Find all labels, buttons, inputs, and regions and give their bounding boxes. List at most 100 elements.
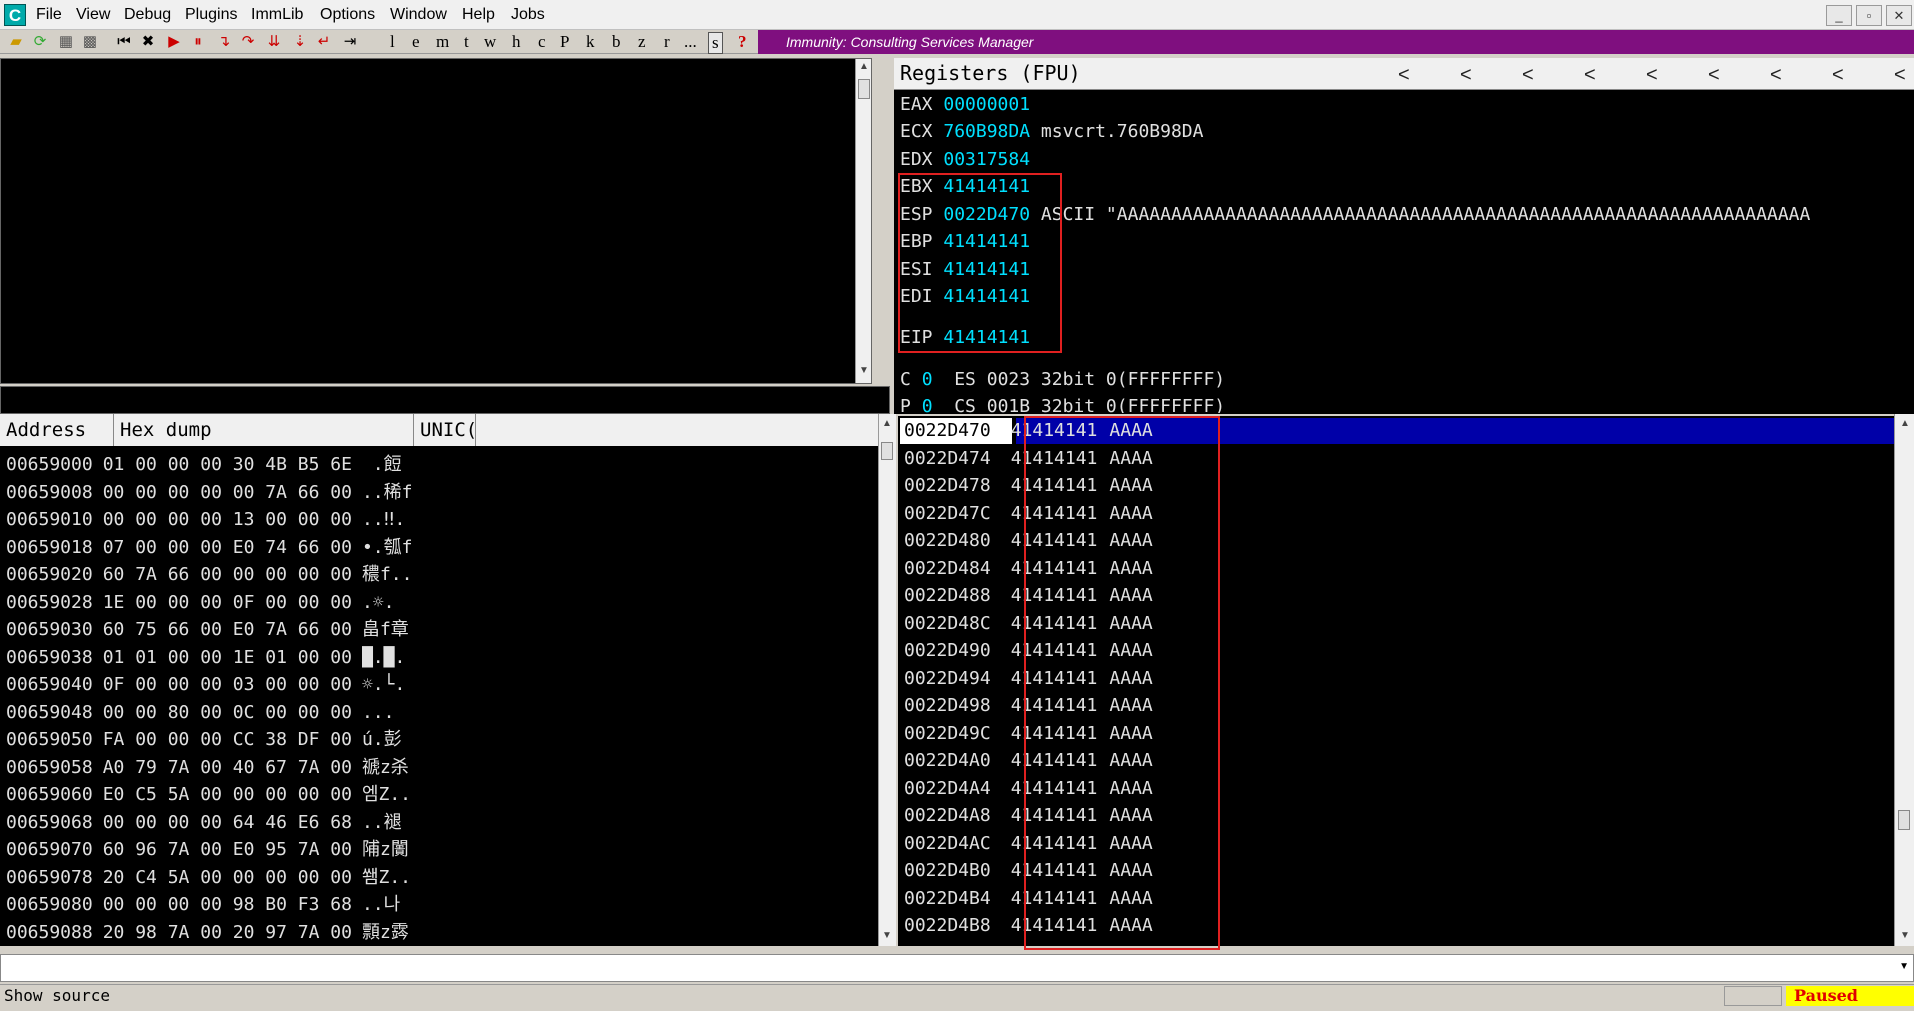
rewind-icon[interactable]: ⏮ (114, 32, 134, 52)
flag-row[interactable]: C 0 ES 0023 32bit 0(FFFFFFFF) (900, 368, 1225, 392)
dump-row[interactable]: 00659060 E0 C5 5A 00 00 00 00 00 엠Z.. (6, 781, 418, 808)
scroll-thumb[interactable] (881, 442, 893, 460)
command-input[interactable]: ▼ (0, 954, 1914, 982)
dump-row[interactable]: 00659018 07 00 00 00 E0 74 66 00 •.瓠f (6, 534, 418, 561)
dump-row[interactable]: 00659050 FA 00 00 00 CC 38 DF 00 ú.彭 (6, 726, 418, 753)
close-debug-icon[interactable]: ✖ (138, 32, 158, 52)
chevron-left-icon[interactable]: < (1770, 64, 1782, 87)
close-button[interactable]: ✕ (1886, 5, 1912, 26)
flag-value[interactable]: 0 (922, 396, 933, 413)
register-value[interactable]: 00000001 (943, 94, 1030, 115)
restart-icon[interactable]: ⟳ (30, 32, 50, 52)
scroll-thumb[interactable] (858, 79, 870, 99)
chevron-down-icon[interactable]: ▼ (1899, 961, 1909, 972)
step-into-icon[interactable]: ↴ (214, 32, 234, 52)
column-header-unicode[interactable]: UNIC( (414, 414, 476, 446)
toolbar-references-button[interactable]: r (664, 32, 670, 52)
scroll-up-icon[interactable]: ▲ (856, 61, 872, 72)
register-row-eax[interactable]: EAX 00000001 (900, 93, 1041, 117)
register-value[interactable]: 760B98DA (943, 121, 1030, 142)
toolbar-patches-button[interactable]: P (560, 32, 569, 52)
dump-row[interactable]: 00659040 0F 00 00 00 03 00 00 00 ☼.└. (6, 671, 418, 698)
dump-row[interactable]: 00659030 60 75 66 00 E0 7A 66 00 畠f章 (6, 616, 418, 643)
stack-scrollbar[interactable]: ▲ ▼ (1894, 414, 1914, 946)
menu-options[interactable]: Options (320, 6, 375, 24)
dump-address: 00659038 (6, 646, 93, 668)
open-icon[interactable]: ▰ (6, 32, 26, 52)
dump-row[interactable]: 00659008 00 00 00 00 00 7A 66 00 ..稀f (6, 479, 418, 506)
scroll-up-icon[interactable]: ▲ (879, 418, 895, 429)
menu-window[interactable]: Window (390, 6, 447, 24)
dump-row[interactable]: 00659068 00 00 00 00 64 46 E6 68 ..褪 (6, 809, 418, 836)
column-header-hex[interactable]: Hex dump (114, 414, 414, 446)
step-over-icon[interactable]: ↷ (238, 32, 258, 52)
execute-till-return-icon[interactable]: ↵ (314, 32, 334, 52)
register-row-edx[interactable]: EDX 00317584 (900, 148, 1041, 172)
dump-row[interactable]: 00659048 00 00 80 00 0C 00 00 00... (6, 699, 418, 726)
chevron-left-icon[interactable]: < (1398, 64, 1410, 87)
scroll-down-icon[interactable]: ▼ (1897, 930, 1913, 941)
toolbar-handles-button[interactable]: h (512, 32, 521, 52)
menu-immlib[interactable]: ImmLib (251, 6, 303, 24)
dump-row[interactable]: 00659080 00 00 00 00 98 B0 F3 68 ..나 (6, 891, 418, 918)
toolbar-source-button[interactable]: s (708, 32, 723, 54)
toolbar-callstack-button[interactable]: k (586, 32, 595, 52)
chevron-left-icon[interactable]: < (1708, 64, 1720, 87)
register-value[interactable]: 00317584 (943, 149, 1030, 170)
run-icon[interactable]: ▶ (164, 32, 184, 52)
go-to-icon[interactable]: ⇥ (340, 32, 360, 52)
dump-row[interactable]: 00659058 A0 79 7A 00 40 67 7A 00 禠z杀 (6, 754, 418, 781)
toolbar-memory-button[interactable]: m (436, 32, 449, 52)
stack-address: 0022D4A0 (904, 750, 991, 771)
toolbar-log-button[interactable]: l (390, 32, 395, 52)
toolbar-breakpoints-button[interactable]: b (612, 32, 621, 52)
toolbar-windows-button[interactable]: w (484, 32, 496, 52)
toolbar-run-trace-button[interactable]: ... (684, 32, 697, 52)
menu-plugins[interactable]: Plugins (185, 6, 237, 24)
chevron-left-icon[interactable]: < (1894, 64, 1906, 87)
menu-jobs[interactable]: Jobs (511, 6, 545, 24)
scroll-down-icon[interactable]: ▼ (856, 365, 872, 376)
disassembly-scrollbar[interactable]: ▲ ▼ (855, 59, 871, 383)
scroll-down-icon[interactable]: ▼ (879, 930, 895, 941)
toolbar-cpu-button[interactable]: c (538, 32, 546, 52)
dump-row[interactable]: 00659010 00 00 00 00 13 00 00 00 ..‼. (6, 506, 418, 533)
window-icon[interactable]: ▦ (56, 32, 76, 52)
trace-into-icon[interactable]: ⇊ (264, 32, 284, 52)
registers-header[interactable]: Registers (FPU) < < < < < < < < < (894, 58, 1914, 90)
restore-button[interactable]: ▫ (1856, 5, 1882, 26)
dump-row[interactable]: 00659078 20 C4 5A 00 00 00 00 00 쐠Z.. (6, 864, 418, 891)
dump-row[interactable]: 00659088 20 98 7A 00 20 97 7A 00 顠z霠 (6, 919, 418, 946)
flag-value[interactable]: 0 (922, 369, 933, 390)
chevron-left-icon[interactable]: < (1460, 64, 1472, 87)
flag-row[interactable]: P 0 CS 001B 32bit 0(FFFFFFFF) (900, 395, 1225, 413)
chevron-left-icon[interactable]: < (1522, 64, 1534, 87)
menu-file[interactable]: File (36, 6, 62, 24)
minimize-button[interactable]: _ (1826, 5, 1852, 26)
disassembly-pane[interactable]: ▲ ▼ (0, 58, 872, 384)
register-row-ecx[interactable]: ECX 760B98DA msvcrt.760B98DA (900, 120, 1203, 144)
chevron-left-icon[interactable]: < (1584, 64, 1596, 87)
dump-row[interactable]: 00659028 1E 00 00 00 0F 00 00 00 .☼. (6, 589, 418, 616)
dump-row[interactable]: 00659020 60 7A 66 00 00 00 00 00 穠f.. (6, 561, 418, 588)
dump-text: .☼. (361, 591, 395, 613)
toolbar-hw-breakpoints-button[interactable]: z (638, 32, 646, 52)
dump-row[interactable]: 00659070 60 96 7A 00 E0 95 7A 00 陠z闠 (6, 836, 418, 863)
scroll-up-icon[interactable]: ▲ (1897, 418, 1913, 429)
dump-row[interactable]: 00659000 01 00 00 00 30 4B B5 6E .餖 (6, 451, 418, 478)
toolbar-threads-button[interactable]: t (464, 32, 469, 52)
dump-scrollbar[interactable]: ▲ ▼ (878, 414, 896, 946)
menu-help[interactable]: Help (462, 6, 495, 24)
help-icon[interactable]: ? (738, 32, 747, 52)
chevron-left-icon[interactable]: < (1832, 64, 1844, 87)
column-header-address[interactable]: Address (0, 414, 114, 446)
menu-debug[interactable]: Debug (124, 6, 171, 24)
pause-icon[interactable]: ⏸ (188, 32, 208, 52)
toolbar-executable-button[interactable]: e (412, 32, 420, 52)
trace-over-icon[interactable]: ⇣ (290, 32, 310, 52)
scroll-thumb[interactable] (1898, 810, 1910, 830)
dump-row[interactable]: 00659038 01 01 00 00 1E 01 00 00 █.█. (6, 644, 418, 671)
chevron-left-icon[interactable]: < (1646, 64, 1658, 87)
grid-icon[interactable]: ▩ (80, 32, 100, 52)
menu-view[interactable]: View (76, 6, 110, 24)
